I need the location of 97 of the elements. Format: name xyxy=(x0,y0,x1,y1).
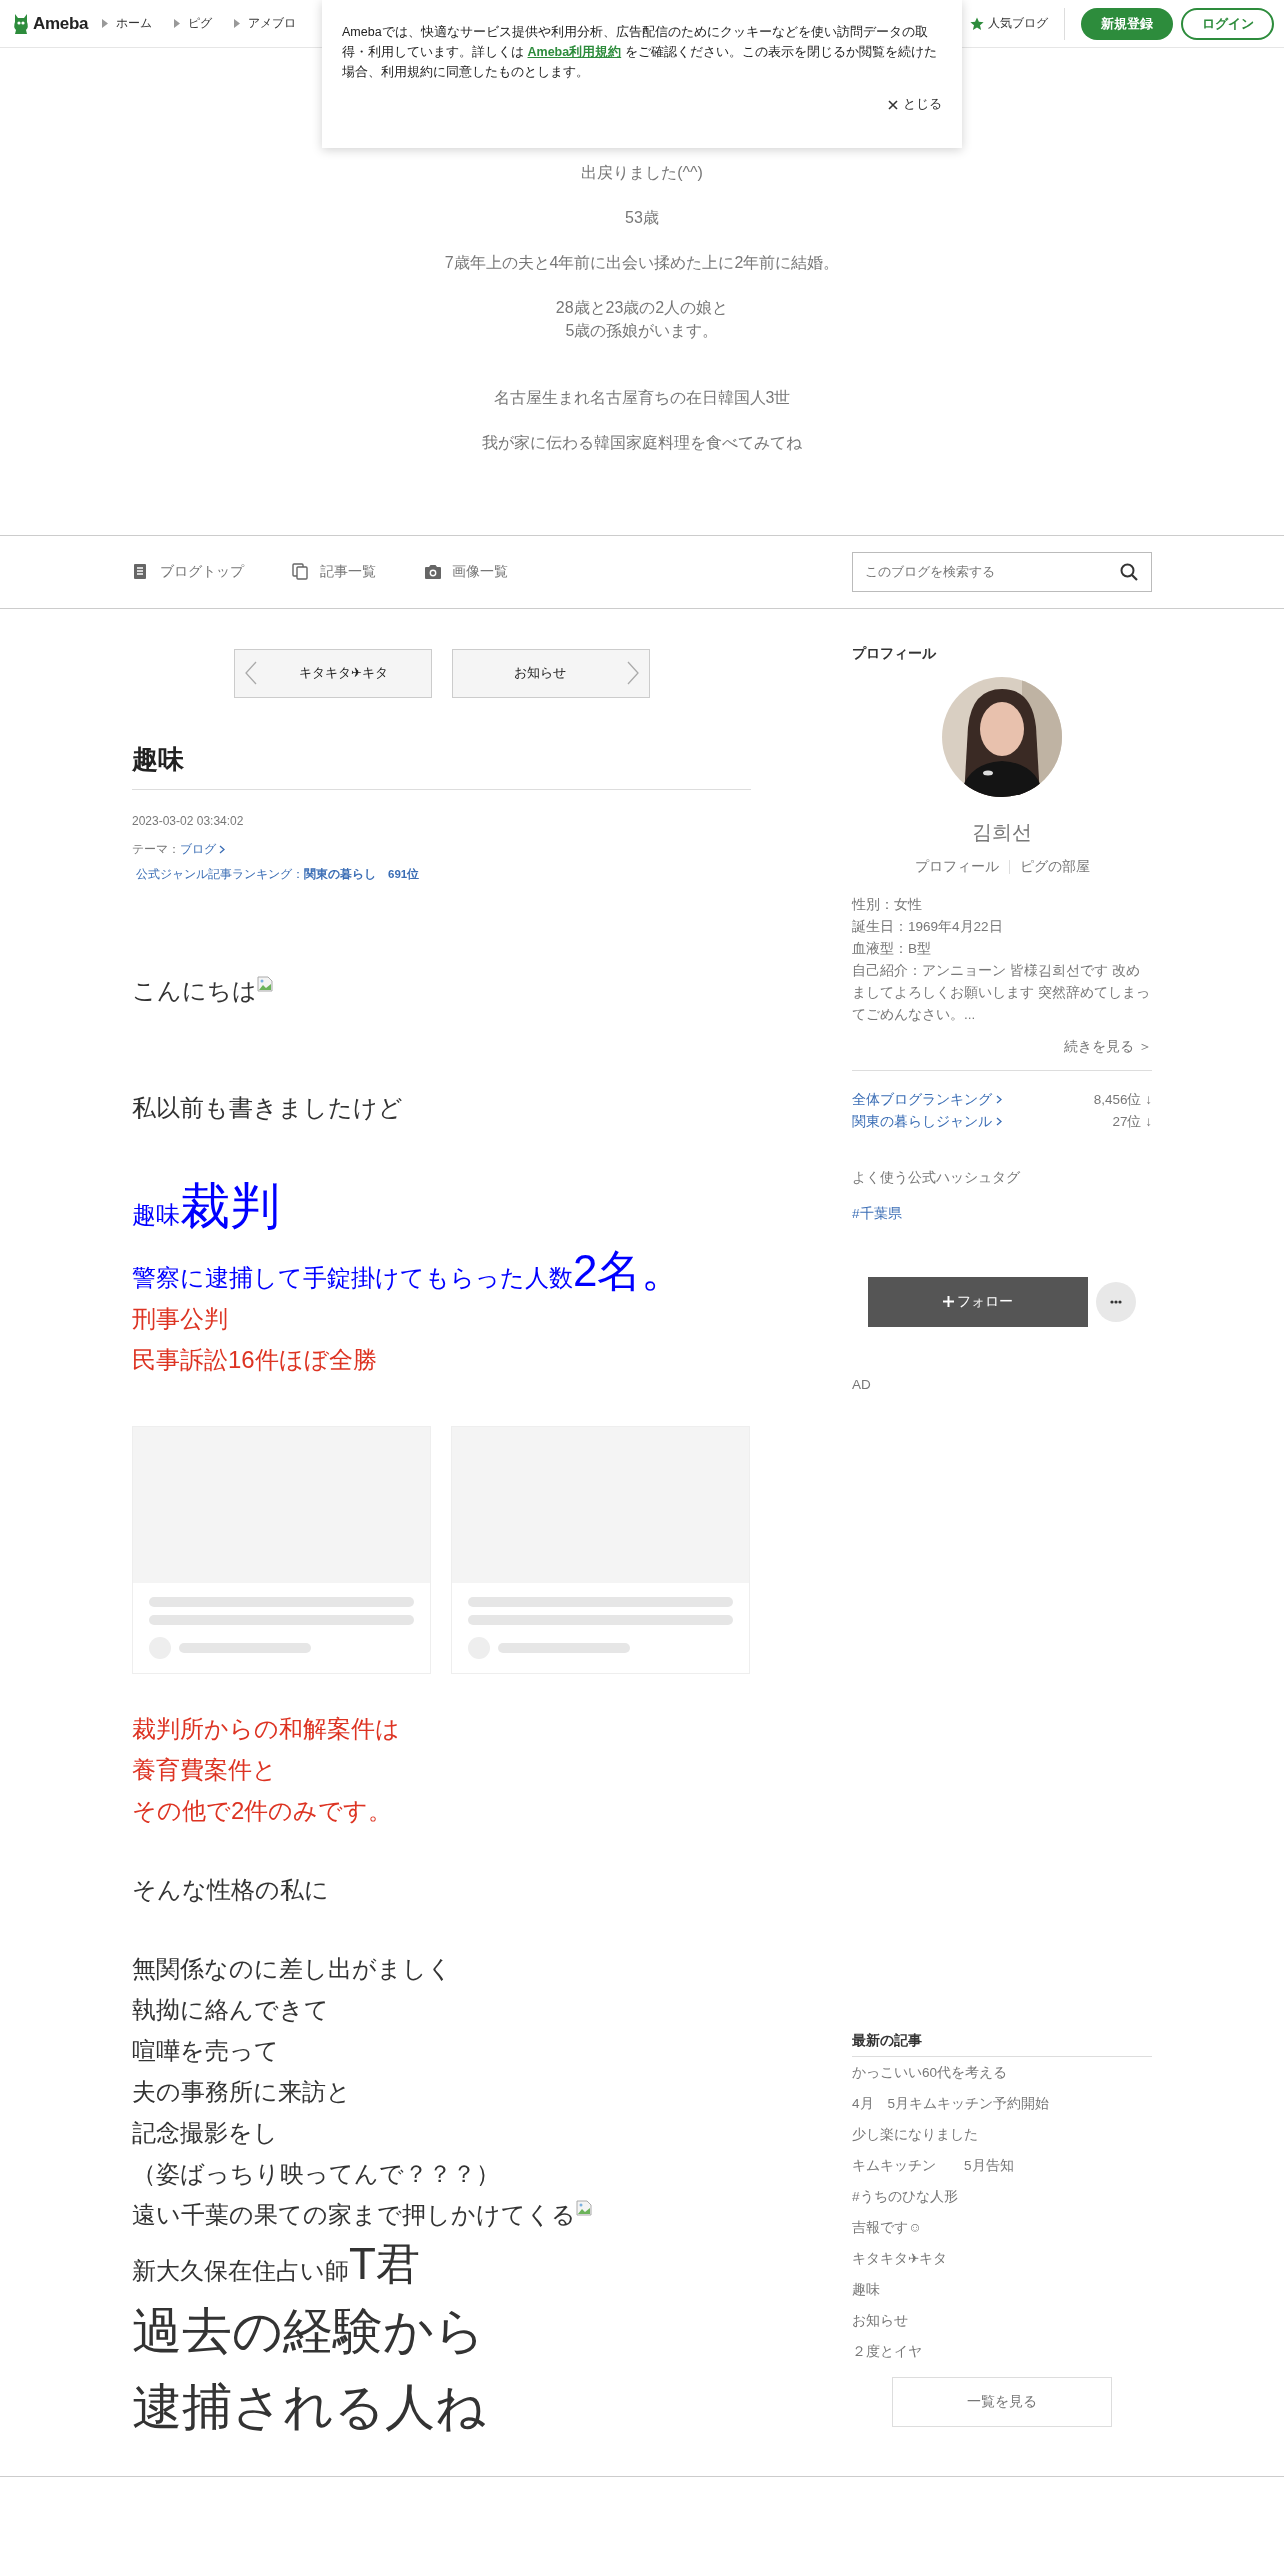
profile-link[interactable]: プロフィール xyxy=(914,857,999,876)
article-link[interactable]: 吉報です☺ xyxy=(852,2211,922,2243)
terms-link[interactable]: Ameba利用規約 xyxy=(527,45,622,59)
article-text: 無関係なのに差し出がましく xyxy=(132,1954,452,1982)
popular-blog-link[interactable]: 人気ブログ xyxy=(970,15,1048,32)
ad-label: AD xyxy=(852,1376,872,1392)
description-text: 53歳 xyxy=(625,208,659,228)
section-heading: プロフィール xyxy=(852,644,937,663)
caret-icon xyxy=(174,19,181,28)
article-text: 逮捕される人ね xyxy=(132,2378,486,2435)
camera-icon xyxy=(424,563,442,580)
article-text: 新大久保在住占い師 xyxy=(132,2256,349,2284)
chevron-right-icon xyxy=(996,1095,1002,1104)
theme-link[interactable]: ブログ xyxy=(180,841,225,857)
article-text: 喧嘩を売って xyxy=(132,2036,279,2064)
ranking-label: 公式ジャンル記事ランキング： xyxy=(136,867,304,880)
caret-icon xyxy=(102,19,109,28)
cookie-notice-text: Amebaでは、快適なサービス提供や利用分析、広告配信のためにクッキーなどを使い訪問データの取得・利用しています。詳しくは Ameba利用規約 をご確認ください。この表示を閉じるか閲覧を続けた場合、利用規約に同意したものとします。 xyxy=(342,24,938,81)
article-text: 民事訴訟16件ほぼ全勝 xyxy=(132,1345,377,1373)
article-link[interactable]: #うちのひな人形 xyxy=(852,2180,958,2212)
copy-icon xyxy=(292,563,310,580)
chevron-right-icon xyxy=(996,1117,1002,1126)
nav-link[interactable]: 記事一覧 xyxy=(292,562,376,581)
article-text: T君 xyxy=(349,2238,420,2288)
article-text: （姿ばっちり映ってんで？？？） xyxy=(132,2159,500,2187)
ranking-link[interactable]: 関東の暮らし 691位 xyxy=(304,867,420,880)
article-text: 養育費案件と xyxy=(132,1755,277,1783)
article-text: 裁判所からの和解案件は xyxy=(132,1714,400,1742)
article-link[interactable]: 4月 5月キムキッチン予約開始 xyxy=(852,2087,1050,2119)
section-heading: よく使う公式ハッシュタグ xyxy=(852,1168,1021,1187)
article-text: 夫の事務所に来訪と xyxy=(132,2077,351,2105)
description-text: 5歳の孫娘がいます。 xyxy=(565,320,719,341)
ranking-value: 27位 ↓ xyxy=(1112,1112,1152,1131)
follow-button[interactable]: フォロー xyxy=(868,1276,1088,1327)
close-button[interactable]: とじる xyxy=(888,94,942,115)
article-text: 刑事公判 xyxy=(132,1304,228,1332)
hashtag-link[interactable]: #千葉県 xyxy=(852,1204,902,1223)
article-text: その他で2件のみです。 xyxy=(132,1796,393,1824)
login-button[interactable]: ログイン xyxy=(1181,7,1274,40)
article-link[interactable]: キムキッチン 5月告知 xyxy=(852,2149,1014,2181)
breadcrumb-link[interactable]: ホーム xyxy=(116,15,153,32)
article-text: 私以前も書きましたけど xyxy=(132,1093,403,1121)
more-icon xyxy=(1110,1299,1122,1304)
see-all-button[interactable]: 一覧を見る xyxy=(892,2376,1112,2427)
read-more-link[interactable]: 続きを見る ＞ xyxy=(1064,1038,1152,1054)
nav-link[interactable]: 画像一覧 xyxy=(424,562,508,581)
article-date: 2023-03-02 03:34:02 xyxy=(132,813,245,828)
description-text: 我が家に伝わる韓国家庭料理を食べてみてね xyxy=(482,433,802,453)
article-link[interactable]: キタキタ✈キタ xyxy=(852,2242,948,2274)
logo[interactable]: Ameba xyxy=(12,12,89,35)
article-text: そんな性格の私に xyxy=(132,1875,329,1903)
profile-detail: 自己紹介：アンニョーン 皆様김희선です 改めましてよろしくお願いします 突然辞めてしまってごめんなさい。... xyxy=(852,961,1151,1024)
article-text: 記念撮影をし xyxy=(132,2118,278,2146)
star-icon xyxy=(970,16,984,31)
next-article-button[interactable]: お知らせ xyxy=(451,648,650,698)
close-icon xyxy=(888,99,898,110)
article-link[interactable]: かっこいい60代を考える xyxy=(852,2056,1008,2088)
caret-icon xyxy=(234,19,241,28)
article-text: 趣味 xyxy=(132,1200,180,1228)
article-text: 2名。 xyxy=(573,1245,686,1295)
search-field[interactable]: このブログを検索する xyxy=(852,551,1152,592)
section-heading: 最新の記事 xyxy=(852,2031,1152,2057)
breadcrumb-link[interactable]: ピグ xyxy=(188,15,213,32)
profile-detail: 血液型：B型 xyxy=(852,939,932,958)
plus-icon xyxy=(943,1296,954,1307)
article-link[interactable]: ２度とイヤ xyxy=(852,2335,922,2367)
logo-icon xyxy=(12,12,30,35)
article-link[interactable]: お知らせ xyxy=(852,2304,908,2336)
previous-article-button[interactable]: キタキタ✈キタ xyxy=(233,648,432,698)
breadcrumb-link[interactable]: アメブロ xyxy=(248,15,297,32)
search-icon[interactable] xyxy=(1120,562,1138,581)
article-text: 遠い千葉の果ての家まで押しかけてくる xyxy=(132,2200,576,2228)
ranking-link[interactable]: 関東の暮らしジャンル xyxy=(852,1110,1002,1133)
article-text: 警察に逮捕して手錠掛けてもらった人数 xyxy=(132,1263,573,1291)
article-text: 過去の経験から xyxy=(132,2302,485,2359)
description-text: 28歳と23歳の2人の娘と xyxy=(555,298,729,318)
chevron-right-icon xyxy=(219,844,225,854)
article-link[interactable]: 趣味 xyxy=(852,2273,880,2305)
article-text: 裁判 xyxy=(180,1177,280,1234)
profile-name: 김희선 xyxy=(971,819,1033,845)
theme-label: テーマ： xyxy=(132,841,180,857)
description-text: 出戻りました(^^) xyxy=(581,163,703,183)
ranking-link[interactable]: 全体ブログランキング xyxy=(852,1088,1002,1111)
article-link[interactable]: 少し楽になりました xyxy=(852,2118,978,2150)
ranking-value: 8,456位 ↓ xyxy=(1093,1090,1152,1109)
article-text: 執拗に絡んできて xyxy=(132,1995,329,2023)
profile-detail: 誕生日：1969年4月22日 xyxy=(852,917,1004,936)
article-text: こんにちは xyxy=(132,976,257,1004)
profile-detail: 性別：女性 xyxy=(852,895,923,914)
chevron-right-icon xyxy=(626,661,639,685)
profile-link[interactable]: ピグの部屋 xyxy=(1019,857,1090,876)
description-text: 名古屋生まれ名古屋育ちの在日韓国人3世 xyxy=(493,388,791,408)
description-text: 7歳年上の夫と4年前に出会い揉めた上に2年前に結婚。 xyxy=(444,253,840,273)
nav-link[interactable]: ブログトップ xyxy=(132,562,244,581)
chevron-left-icon xyxy=(244,661,257,685)
article-title: 趣味 xyxy=(132,741,751,790)
signup-button[interactable]: 新規登録 xyxy=(1081,7,1173,40)
